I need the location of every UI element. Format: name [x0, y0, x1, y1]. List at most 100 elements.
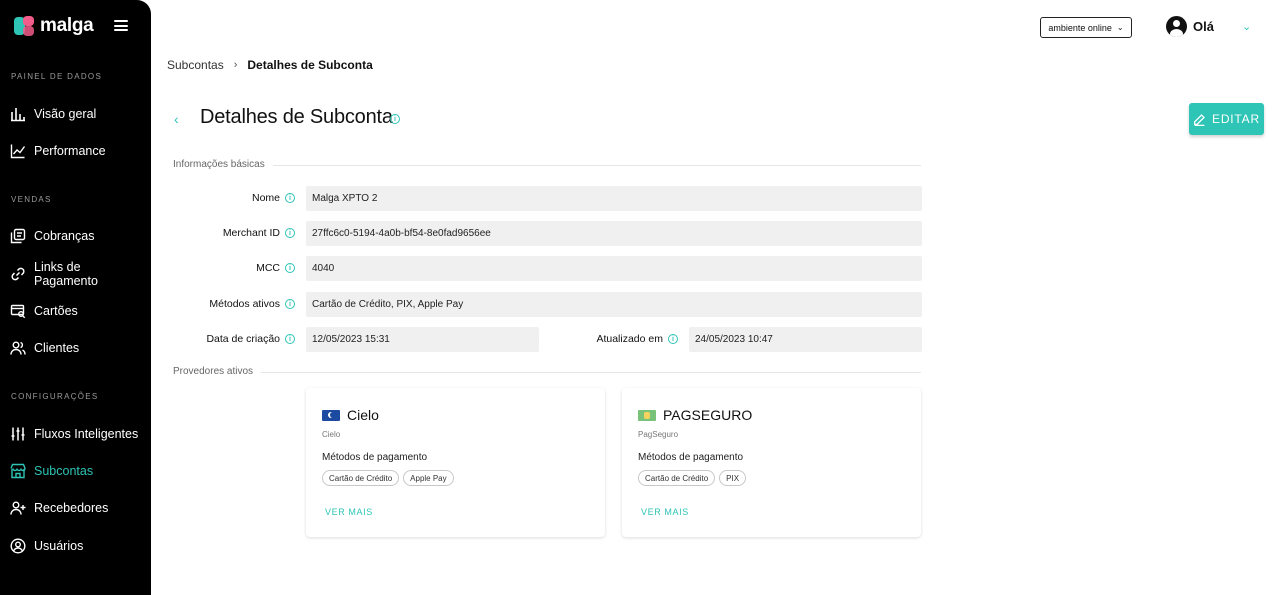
field-merchant-id: 27ffc6c0-5194-4a0b-bf54-8e0fad9656ee: [306, 221, 922, 246]
back-arrow-icon[interactable]: ‹: [174, 111, 179, 127]
receipts-icon: [10, 228, 26, 244]
field-data-criacao: 12/05/2023 15:31: [306, 327, 539, 352]
sidebar-section-title: VENDAS: [11, 195, 52, 204]
provider-subtitle: PagSeguro: [638, 430, 679, 439]
label-text: Nome: [251, 192, 280, 204]
breadcrumb: Subcontas › Detalhes de Subconta: [167, 58, 373, 72]
field-mcc: 4040: [306, 256, 922, 281]
method-chip: PIX: [719, 470, 747, 486]
label-text: MCC: [256, 262, 280, 274]
provider-name: Cielo: [347, 407, 379, 423]
info-icon[interactable]: i: [390, 114, 400, 124]
chevron-down-icon: ⌄: [1116, 23, 1124, 32]
ver-mais-button[interactable]: VER MAIS: [641, 507, 689, 517]
sidebar-item-visao-geral[interactable]: Visão geral: [10, 100, 144, 128]
field-atualizado-em: 24/05/2023 10:47: [689, 327, 922, 352]
chevron-down-icon[interactable]: ⌄: [1242, 20, 1251, 33]
menu-icon[interactable]: [114, 20, 128, 31]
label-text: Merchant ID: [222, 227, 280, 239]
sidebar-item-label: Fluxos Inteligentes: [34, 427, 139, 441]
sliders-icon: [11, 427, 25, 441]
page-title: Detalhes de Subconta: [200, 106, 393, 128]
provider-card-pagseguro: PAGSEGURO PagSeguro Métodos de pagamento…: [622, 388, 921, 537]
chevron-right-icon: ›: [233, 59, 238, 71]
edit-button[interactable]: EDITAR: [1189, 103, 1264, 135]
sidebar-section-title: PAINEL DE DADOS: [11, 72, 103, 81]
method-chips: Cartão de Crédito Apple Pay: [322, 470, 454, 486]
sidebar-item-label: Clientes: [34, 341, 80, 355]
provider-name: PAGSEGURO: [663, 407, 753, 423]
method-chip: Cartão de Crédito: [322, 470, 400, 486]
provider-header: PAGSEGURO: [638, 407, 752, 423]
method-chips: Cartão de Crédito PIX: [638, 470, 747, 486]
user-plus-icon: [10, 501, 26, 515]
store-icon: [10, 463, 26, 479]
divider: [173, 372, 921, 373]
sidebar-item-fluxos-inteligentes[interactable]: Fluxos Inteligentes: [10, 420, 144, 448]
field-metodos-ativos: Cartão de Crédito, PIX, Apple Pay: [306, 292, 922, 317]
users-icon: [10, 341, 26, 355]
field-label-atualizado-em: Atualizado em i: [560, 333, 678, 345]
info-icon[interactable]: i: [668, 334, 678, 344]
breadcrumb-link-subcontas[interactable]: Subcontas: [167, 58, 224, 72]
ver-mais-button[interactable]: VER MAIS: [325, 507, 373, 517]
method-chip: Apple Pay: [403, 470, 454, 486]
methods-title: Métodos de pagamento: [638, 452, 744, 463]
provider-header: Cielo: [322, 407, 379, 423]
malga-logo-icon: [14, 16, 34, 36]
avatar-icon: [1166, 16, 1187, 37]
pagseguro-logo-icon: [638, 409, 656, 421]
info-icon[interactable]: i: [285, 334, 295, 344]
field-label-metodos-ativos: Métodos ativos i: [180, 298, 295, 310]
sidebar-item-cartoes[interactable]: Cartões: [10, 297, 144, 325]
info-icon[interactable]: i: [285, 193, 295, 203]
bar-chart-icon: [11, 108, 25, 122]
sidebar: malga PAINEL DE DADOS Visão geral Perfor…: [0, 0, 151, 595]
label-text: Data de criação: [206, 333, 280, 345]
field-label-mcc: MCC i: [180, 262, 295, 274]
user-circle-icon: [10, 538, 26, 554]
sidebar-item-performance[interactable]: Performance: [10, 137, 144, 165]
sidebar-item-label: Performance: [34, 144, 106, 158]
breadcrumb-current: Detalhes de Subconta: [247, 58, 373, 72]
provider-subtitle: Cielo: [322, 430, 341, 439]
cielo-logo-icon: [322, 409, 340, 421]
sidebar-item-label: Visão geral: [34, 107, 97, 121]
methods-title: Métodos de pagamento: [322, 452, 428, 463]
sidebar-item-label: Cobranças: [34, 229, 95, 243]
info-icon[interactable]: i: [285, 228, 295, 238]
edit-button-label: EDITAR: [1212, 112, 1260, 126]
sidebar-item-label: Subcontas: [34, 464, 94, 478]
user-menu[interactable]: Olá ⌄: [1166, 16, 1251, 37]
field-label-nome: Nome i: [180, 192, 295, 204]
pencil-icon: [1194, 113, 1205, 126]
sidebar-item-label: Links de Pagamento: [34, 260, 98, 288]
divider: [173, 165, 921, 166]
sidebar-item-label: Recebedores: [34, 501, 109, 515]
sidebar-item-label: Usuários: [34, 539, 84, 553]
provider-card-cielo: Cielo Cielo Métodos de pagamento Cartão …: [306, 388, 605, 537]
logo-text: malga: [40, 15, 94, 36]
info-icon[interactable]: i: [285, 299, 295, 309]
environment-select[interactable]: ambiente online ⌄: [1040, 17, 1132, 38]
sidebar-item-subcontas[interactable]: Subcontas: [10, 457, 144, 485]
line-chart-icon: [10, 144, 26, 159]
field-nome: Malga XPTO 2: [306, 186, 922, 211]
sidebar-section-title: CONFIGURAÇÕES: [11, 392, 99, 401]
info-icon[interactable]: i: [285, 263, 295, 273]
sidebar-item-recebedores[interactable]: Recebedores: [10, 494, 144, 522]
card-search-icon: [10, 304, 26, 319]
sidebar-item-links-de-pagamento[interactable]: Links de Pagamento: [10, 260, 144, 288]
method-chip: Cartão de Crédito: [638, 470, 716, 486]
field-label-data-criacao: Data de criação i: [180, 333, 295, 345]
environment-label: ambiente online: [1048, 22, 1112, 33]
sidebar-item-label: Cartões: [34, 304, 78, 318]
field-label-merchant-id: Merchant ID i: [180, 227, 295, 239]
logo[interactable]: malga: [14, 15, 94, 37]
sidebar-item-usuarios[interactable]: Usuários: [10, 532, 144, 560]
label-text: Atualizado em: [596, 333, 663, 345]
link-icon: [11, 267, 25, 281]
sidebar-item-clientes[interactable]: Clientes: [10, 334, 144, 362]
sidebar-item-cobrancas[interactable]: Cobranças: [10, 222, 144, 250]
label-text: Métodos ativos: [209, 298, 280, 310]
